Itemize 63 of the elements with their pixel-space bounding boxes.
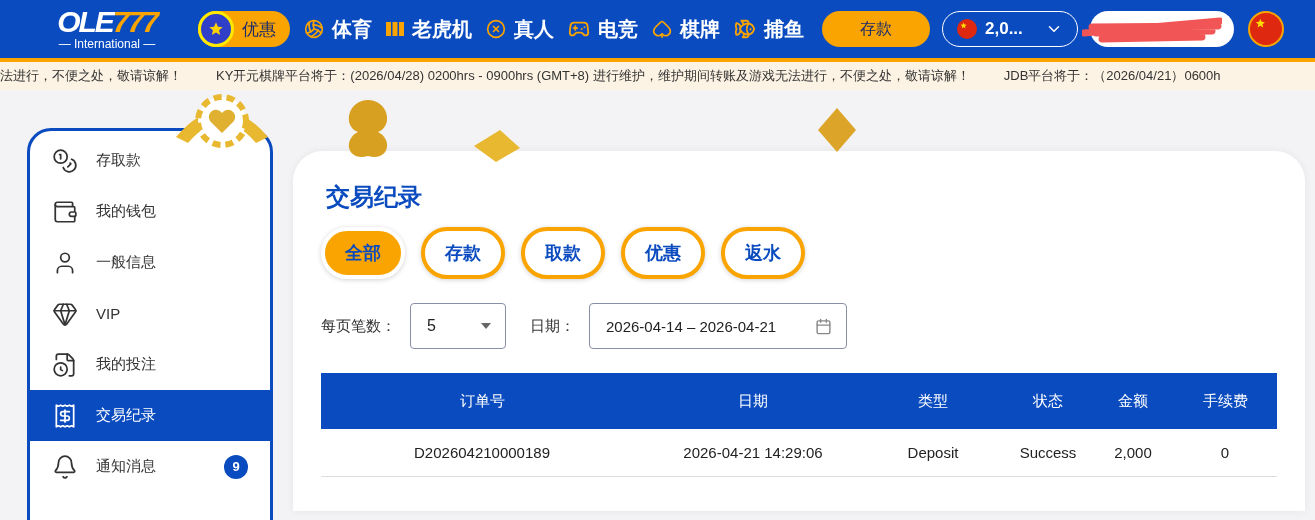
promo-button[interactable]: 优惠 <box>198 11 290 47</box>
table-cell-text: Deposit <box>906 443 960 463</box>
sidebar-label: 存取款 <box>96 151 142 170</box>
page-title: 交易纪录 <box>326 182 423 212</box>
chip-icon <box>486 19 506 39</box>
filter-tab[interactable]: 返水 <box>721 227 805 279</box>
wallet-icon <box>52 198 78 225</box>
receipt-icon <box>52 402 78 429</box>
table-cell-text: 2,000 <box>1113 443 1153 463</box>
nav-link[interactable]: 体育 <box>304 15 372 43</box>
sidebar-item[interactable]: 存取款 <box>30 135 270 186</box>
sidebar-item[interactable]: 我的投注 <box>30 339 270 390</box>
caret-icon <box>481 323 491 329</box>
filter-tab[interactable]: 取款 <box>521 227 605 279</box>
notice-text: JDB平台将于：（2026/04/21）0600h <box>1003 67 1221 85</box>
date-range-field[interactable]: 2026-04-14 – 2026-04-21 <box>589 303 847 349</box>
sidebar-label: 一般信息 <box>96 253 157 272</box>
column-header: 状态 <box>1032 390 1064 411</box>
bell-icon <box>52 453 78 480</box>
document-clock-icon <box>52 351 78 378</box>
flag-icon[interactable] <box>1248 11 1284 47</box>
coins-icon <box>52 147 78 174</box>
notice-text: 法进行，不便之处，敬请谅解！ <box>0 67 182 85</box>
filter-tab[interactable]: 优惠 <box>621 227 705 279</box>
ball-icon <box>304 19 324 39</box>
table-cell-text: 2026-04-21 14:29:06 <box>682 443 824 463</box>
page-size-select[interactable]: 5 <box>410 303 506 349</box>
table-cell-text: Success <box>1018 443 1078 463</box>
nav-link[interactable]: 捕鱼 <box>734 15 804 43</box>
table-cell-text: D202604210000189 <box>413 443 551 463</box>
column-header: 订单号 <box>458 390 506 411</box>
table-cell-text: 0 <box>1219 443 1231 463</box>
column-header: 手续费 <box>1201 390 1249 411</box>
sidebar-item[interactable]: 一般信息 <box>30 237 270 288</box>
sidebar-item[interactable]: 通知消息 9 <box>30 441 270 492</box>
diamond-icon <box>52 300 78 327</box>
flag-icon <box>957 19 977 39</box>
cards-icon <box>652 19 672 39</box>
nav-link[interactable]: 棋牌 <box>652 15 720 43</box>
sidebar-label: 通知消息 <box>96 457 157 476</box>
slot-machine-icon <box>386 21 404 37</box>
notice-text: KY开元棋牌平台将于：(2026/04/28) 0200hrs - 0900hrs (GMT+8) 进行维护，维护期间转账及游戏无法进行，不便之处，敬请谅解！ <box>216 67 970 85</box>
nav-link[interactable]: 真人 <box>486 15 554 43</box>
deposit-button[interactable]: 存款 <box>822 11 930 47</box>
page-size-label: 每页笔数： <box>321 316 396 336</box>
sidebar-label: 我的投注 <box>96 355 157 374</box>
date-label: 日期： <box>530 316 575 336</box>
column-header: 日期 <box>737 390 769 411</box>
nav-link[interactable]: 老虎机 <box>386 15 472 43</box>
logo[interactable]: OLE777 — International — <box>46 7 168 51</box>
calendar-icon <box>815 317 832 335</box>
count-badge: 9 <box>224 454 248 479</box>
sidebar-label: 交易纪录 <box>96 406 157 425</box>
column-header: 金额 <box>1117 390 1149 411</box>
filter-tab[interactable]: 存款 <box>421 227 505 279</box>
sidebar-label: VIP <box>96 305 122 322</box>
sidebar-label: 我的钱包 <box>96 202 157 221</box>
column-header: 类型 <box>917 390 949 411</box>
fish-icon <box>734 18 756 40</box>
nav-link[interactable]: 电竞 <box>568 15 638 43</box>
sidebar-item[interactable]: 我的钱包 <box>30 186 270 237</box>
sidebar-item[interactable]: VIP <box>30 288 270 339</box>
sidebar-item[interactable]: 交易纪录 <box>30 390 270 441</box>
